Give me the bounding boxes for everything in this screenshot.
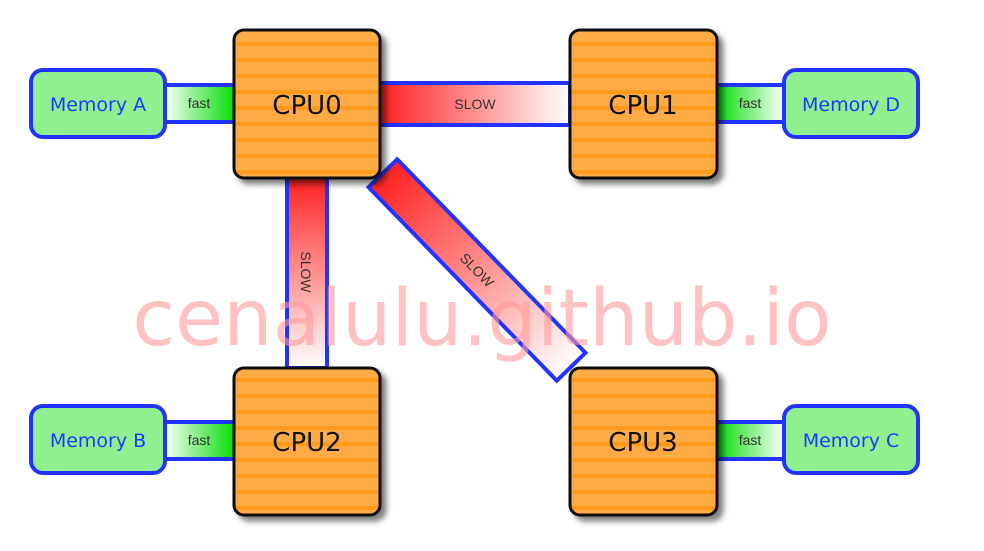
svg-text:Memory B: Memory B — [50, 430, 146, 452]
svg-text:CPU0: CPU0 — [272, 91, 341, 121]
cpu-0: CPU0 — [232, 28, 382, 180]
svg-text:Memory C: Memory C — [803, 430, 900, 452]
svg-text:Memory D: Memory D — [802, 94, 900, 116]
svg-text:CPU3: CPU3 — [608, 428, 677, 458]
memory-a: Memory A — [29, 68, 167, 139]
svg-text:fast: fast — [739, 432, 762, 448]
cpu-1: CPU1 — [568, 28, 719, 180]
memory-b: Memory B — [29, 404, 167, 475]
memory-d: Memory D — [782, 68, 920, 139]
fast-link-d: fast — [713, 83, 787, 124]
fast-link-b: fast — [161, 420, 238, 461]
svg-text:Memory A: Memory A — [50, 94, 146, 116]
svg-text:fast: fast — [739, 95, 762, 111]
fast-link-c: fast — [713, 420, 787, 461]
svg-text:CPU1: CPU1 — [608, 91, 677, 121]
svg-text:SLOW: SLOW — [454, 96, 496, 112]
watermark: cenalulu.github.io — [132, 274, 831, 364]
slow-link-cpu0-cpu1: SLOW — [376, 81, 572, 127]
cpu-2: CPU2 — [232, 366, 382, 517]
numa-diagram: SLOW SLOW SLOW fast fast fast fast Memor… — [29, 28, 920, 517]
cpu-3: CPU3 — [568, 366, 719, 517]
fast-link-a: fast — [161, 83, 238, 124]
svg-text:fast: fast — [188, 432, 211, 448]
svg-text:CPU2: CPU2 — [272, 428, 341, 458]
memory-c: Memory C — [782, 404, 920, 475]
svg-text:fast: fast — [188, 95, 211, 111]
